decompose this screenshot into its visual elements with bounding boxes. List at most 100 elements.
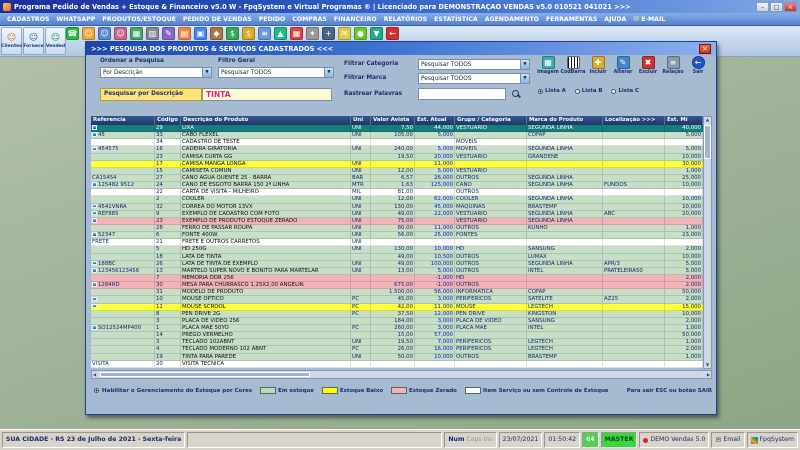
column-header-marca-do-produto[interactable]: Marca do Produto xyxy=(527,116,603,125)
legend-toggle[interactable]: Habilitar o Gerenciamento do Estoque por… xyxy=(94,388,252,394)
table-row[interactable]: 7 MEMÓRIA DDR 256 -1,000 HD 2,000 xyxy=(91,274,703,283)
chevron-down-icon[interactable]: ▼ xyxy=(520,60,529,69)
column-header-valor-avista[interactable]: Valor Avista xyxy=(371,116,415,125)
scroll-up-icon[interactable]: ▲ xyxy=(706,117,709,123)
table-row[interactable]: 4 TECLADO MODERNO 102 ABNT PC 26,00 16,000 PE… xyxy=(91,346,703,354)
table-row[interactable]: REF885 9 EXEMPLO DE CADASTRO COM FOTO UNI 49… xyxy=(91,210,703,218)
table-row[interactable]: 45 33 CABO FLEXEL UNI 105,00 5,000 COFAP 5,000 xyxy=(91,132,703,140)
menu-item-produtos-estoque[interactable]: PRODUTOS/ESTOQUE xyxy=(99,15,179,24)
scroll-down-icon[interactable]: ▼ xyxy=(706,362,709,368)
menu-item-whatsapp[interactable]: WHATSAPP xyxy=(53,15,98,24)
rastrear-input[interactable] xyxy=(418,88,506,100)
table-row[interactable]: 22 CARTA DE VISITA - MILHEIRO MIL 81,00 OUTR… xyxy=(91,189,703,197)
column-header-grupo-categoria[interactable]: Grupo / Categoria xyxy=(455,116,527,125)
table-row[interactable]: 28 FERRO DE PASSAR ROUPA UNI 80,00 11,000 OUT… xyxy=(91,224,703,233)
ferramentas-icon[interactable]: ✦ xyxy=(306,27,319,40)
menu-item-agendamento[interactable]: AGENDAMENTO xyxy=(482,15,542,24)
table-row[interactable]: 123456123456 13 MARTELO SUPER NOVO E BONIT… xyxy=(91,267,703,275)
table-row[interactable]: 3 PLACA DE VIDEO 256 184,00 3,000 PLACA DE V… xyxy=(91,317,703,325)
table-row[interactable]: 4541VNRA 32 CORREA DO MOTOR 13VX UNI 130,00 4… xyxy=(91,203,703,211)
menu-item-estatistica[interactable]: ESTATÍSTICA xyxy=(431,15,481,24)
imagem-button[interactable]: ▦ Imagem xyxy=(536,54,560,86)
relatorios-icon[interactable]: ≡ xyxy=(258,27,271,40)
menu-item-e-mail[interactable]: ✉ E-MAIL xyxy=(630,14,668,24)
menu-item-ajuda[interactable]: AJUDA xyxy=(601,15,629,24)
table-row[interactable]: 3 TECLADO 102ABNT UNI 19,50 7,000 PERIFERICOS… xyxy=(91,339,703,347)
menu-item-financeiro[interactable]: FINANCEIRO xyxy=(331,15,380,24)
sair-button[interactable]: ← Sair xyxy=(686,54,710,86)
side-button-vended[interactable]: ☺ Vended xyxy=(45,27,66,55)
horizontal-scroll-thumb[interactable] xyxy=(100,372,310,377)
table-row[interactable]: 8 PEN DRIVE 2G PC 37,50 12,000 PEN DRIVE KINGS… xyxy=(91,310,703,318)
excluir-button[interactable]: ✖ Excluir xyxy=(636,54,660,86)
menu-item-compras[interactable]: COMPRAS xyxy=(289,15,330,24)
whatsapp-icon[interactable]: ☎ xyxy=(66,27,79,40)
table-row[interactable]: 10 MOUSE OPTICO PC 45,00 3,000 PERIFERICOS SAT… xyxy=(91,296,703,304)
column-header-descricao-do-produto[interactable]: Descrição do Produto xyxy=(181,116,351,125)
financeiro-icon[interactable]: $ xyxy=(242,27,255,40)
codigo-barras-icon[interactable]: ▥ xyxy=(146,27,159,40)
filtro-geral-select[interactable]: Pesquisar TODOS ▼ xyxy=(218,67,334,78)
table-row[interactable]: 1284RD 30 MESA PARA CHURRASCO 1,25X2,00 AN… xyxy=(91,282,703,290)
table-row[interactable]: 11 MOUSE SCROOL PC 42,00 11,000 MOUSE LEGTECH 1… xyxy=(91,303,703,311)
orcamento-icon[interactable]: ▣ xyxy=(194,27,207,40)
column-header-referencia[interactable]: Referencia xyxy=(91,116,155,125)
relacao-button[interactable]: ≡ Relação xyxy=(661,54,685,86)
column-header-uni[interactable]: Uni xyxy=(351,116,371,125)
table-row[interactable]: 188BC 26 LATA DE TINTA DE EXEMPLO UNI 49,00 1… xyxy=(91,260,703,268)
chevron-down-icon[interactable]: ▼ xyxy=(324,68,333,77)
side-button-clientes[interactable]: ☺ Clientes xyxy=(1,27,22,55)
table-row[interactable]: 23 EXEMPLO DE PRODUTO ESTOQUE ZERADO UNI 75… xyxy=(91,217,703,225)
table-row[interactable]: FRETE 21 FRETE E OUTROS CARRETOS UNI xyxy=(91,239,703,247)
table-row[interactable]: 2 COOLER UNI 12,00 62,000 COOLER SEGUNDA LINHA… xyxy=(91,196,703,204)
table-row[interactable]: 52347 6 FONTE 400W UNI 56,00 25,000 FONTES 23,0… xyxy=(91,232,703,240)
scroll-right-icon[interactable]: ▶ xyxy=(707,372,710,378)
radio-lista-a[interactable]: Lista A xyxy=(538,88,566,94)
compras-icon[interactable]: ◆ xyxy=(210,27,223,40)
table-row[interactable]: 5 HD 250G UNI 130,00 10,000 HD SANSUNG 2,000 xyxy=(91,246,703,254)
column-header-localizacao[interactable]: Localização >>> xyxy=(603,116,665,125)
menu-item-ferramentas[interactable]: FERRAMENTAS xyxy=(543,15,600,24)
column-header-est-atual[interactable]: Est. Atual xyxy=(415,116,455,125)
radio-lista-b[interactable]: Lista B xyxy=(574,88,602,94)
table-row[interactable]: 31 MODELO DE PRODUTO 1.500,00 56,000 INFORMA… xyxy=(91,289,703,297)
status-email[interactable]: ✉ Email xyxy=(711,432,745,448)
maximize-button[interactable]: ▢ xyxy=(770,1,783,12)
menu-item-relatorios[interactable]: RELATÓRIOS xyxy=(381,15,431,24)
pedido-venda-icon[interactable]: ▤ xyxy=(178,27,191,40)
menu-item-cadastros[interactable]: CADASTROS xyxy=(4,15,52,24)
backup-icon[interactable]: ▼ xyxy=(370,27,383,40)
table-row[interactable]: SO12524MP400 1 PLACA MÃE 50YO PC 260,00 3,000… xyxy=(91,324,703,333)
table-row[interactable]: CA15454 27 CANO AGUA QUENTE 25 - BARRA BAR 6… xyxy=(91,174,703,183)
table-row[interactable]: 17 CAMISA MANGA LONGA UNI 11,000 30,000 xyxy=(91,160,703,168)
minimize-button[interactable]: – xyxy=(756,1,769,12)
table-row[interactable]: 125482 9512 24 CANO DE ESGOTO BARRA 150 2ª… xyxy=(91,182,703,190)
clientes-icon[interactable]: ☺ xyxy=(82,27,95,40)
table-row[interactable]: 23 CAMISA CURTA GG 19,50 20,000 VESTUARIO GRA… xyxy=(91,153,703,161)
table-row[interactable]: 29 LIXA UNI 7,50 44,000 VESTUARIO SEGUNDA LINH… xyxy=(91,125,703,133)
calculadora-icon[interactable]: + xyxy=(322,27,335,40)
column-header-codigo[interactable]: Código xyxy=(155,116,181,125)
vertical-scroll-thumb[interactable] xyxy=(704,125,711,159)
produtos-icon[interactable]: ▦ xyxy=(130,27,143,40)
table-row[interactable]: 14 PREGO VERMELHO 15,00 57,000 50,000 xyxy=(91,332,703,340)
filtrar-marca-select[interactable]: Pesquisar TODOS ▼ xyxy=(418,73,530,84)
table-row[interactable]: 18 LATA DE TINTA 49,00 10,500 OUTROS LUMAX 10,… xyxy=(91,253,703,261)
search-input[interactable]: TINTA xyxy=(202,88,332,101)
fornecedores-icon[interactable]: ☺ xyxy=(98,27,111,40)
table-row[interactable]: 15 CAMISETA COMUN UNI 12,00 5,000 VESTUARIO 1,… xyxy=(91,167,703,175)
servicos-icon[interactable]: ✎ xyxy=(162,27,175,40)
email-icon[interactable]: ✉ xyxy=(338,27,351,40)
menu-item-pedido[interactable]: PEDIDO xyxy=(256,15,289,24)
ordenar-select[interactable]: Por Descrição ▼ xyxy=(100,67,212,78)
column-header-est-mi[interactable]: Est. Mí xyxy=(665,116,703,125)
close-button[interactable]: × xyxy=(784,1,797,12)
internet-icon[interactable]: ● xyxy=(354,27,367,40)
caixa-icon[interactable]: $ xyxy=(226,27,239,40)
table-row[interactable]: 34 CADASTRO DE TESTE MÓVEIS xyxy=(91,139,703,147)
table-row[interactable]: 454575 16 CADEIRA GIRATORIA UNI 240,00 5,000 M… xyxy=(91,146,703,154)
dialog-close-button[interactable]: × xyxy=(699,43,711,54)
side-button-fornece[interactable]: ☺ Fornece xyxy=(23,27,44,55)
agenda-icon[interactable]: ▦ xyxy=(290,27,303,40)
codbarra-button[interactable]: CodBarra xyxy=(560,54,586,86)
